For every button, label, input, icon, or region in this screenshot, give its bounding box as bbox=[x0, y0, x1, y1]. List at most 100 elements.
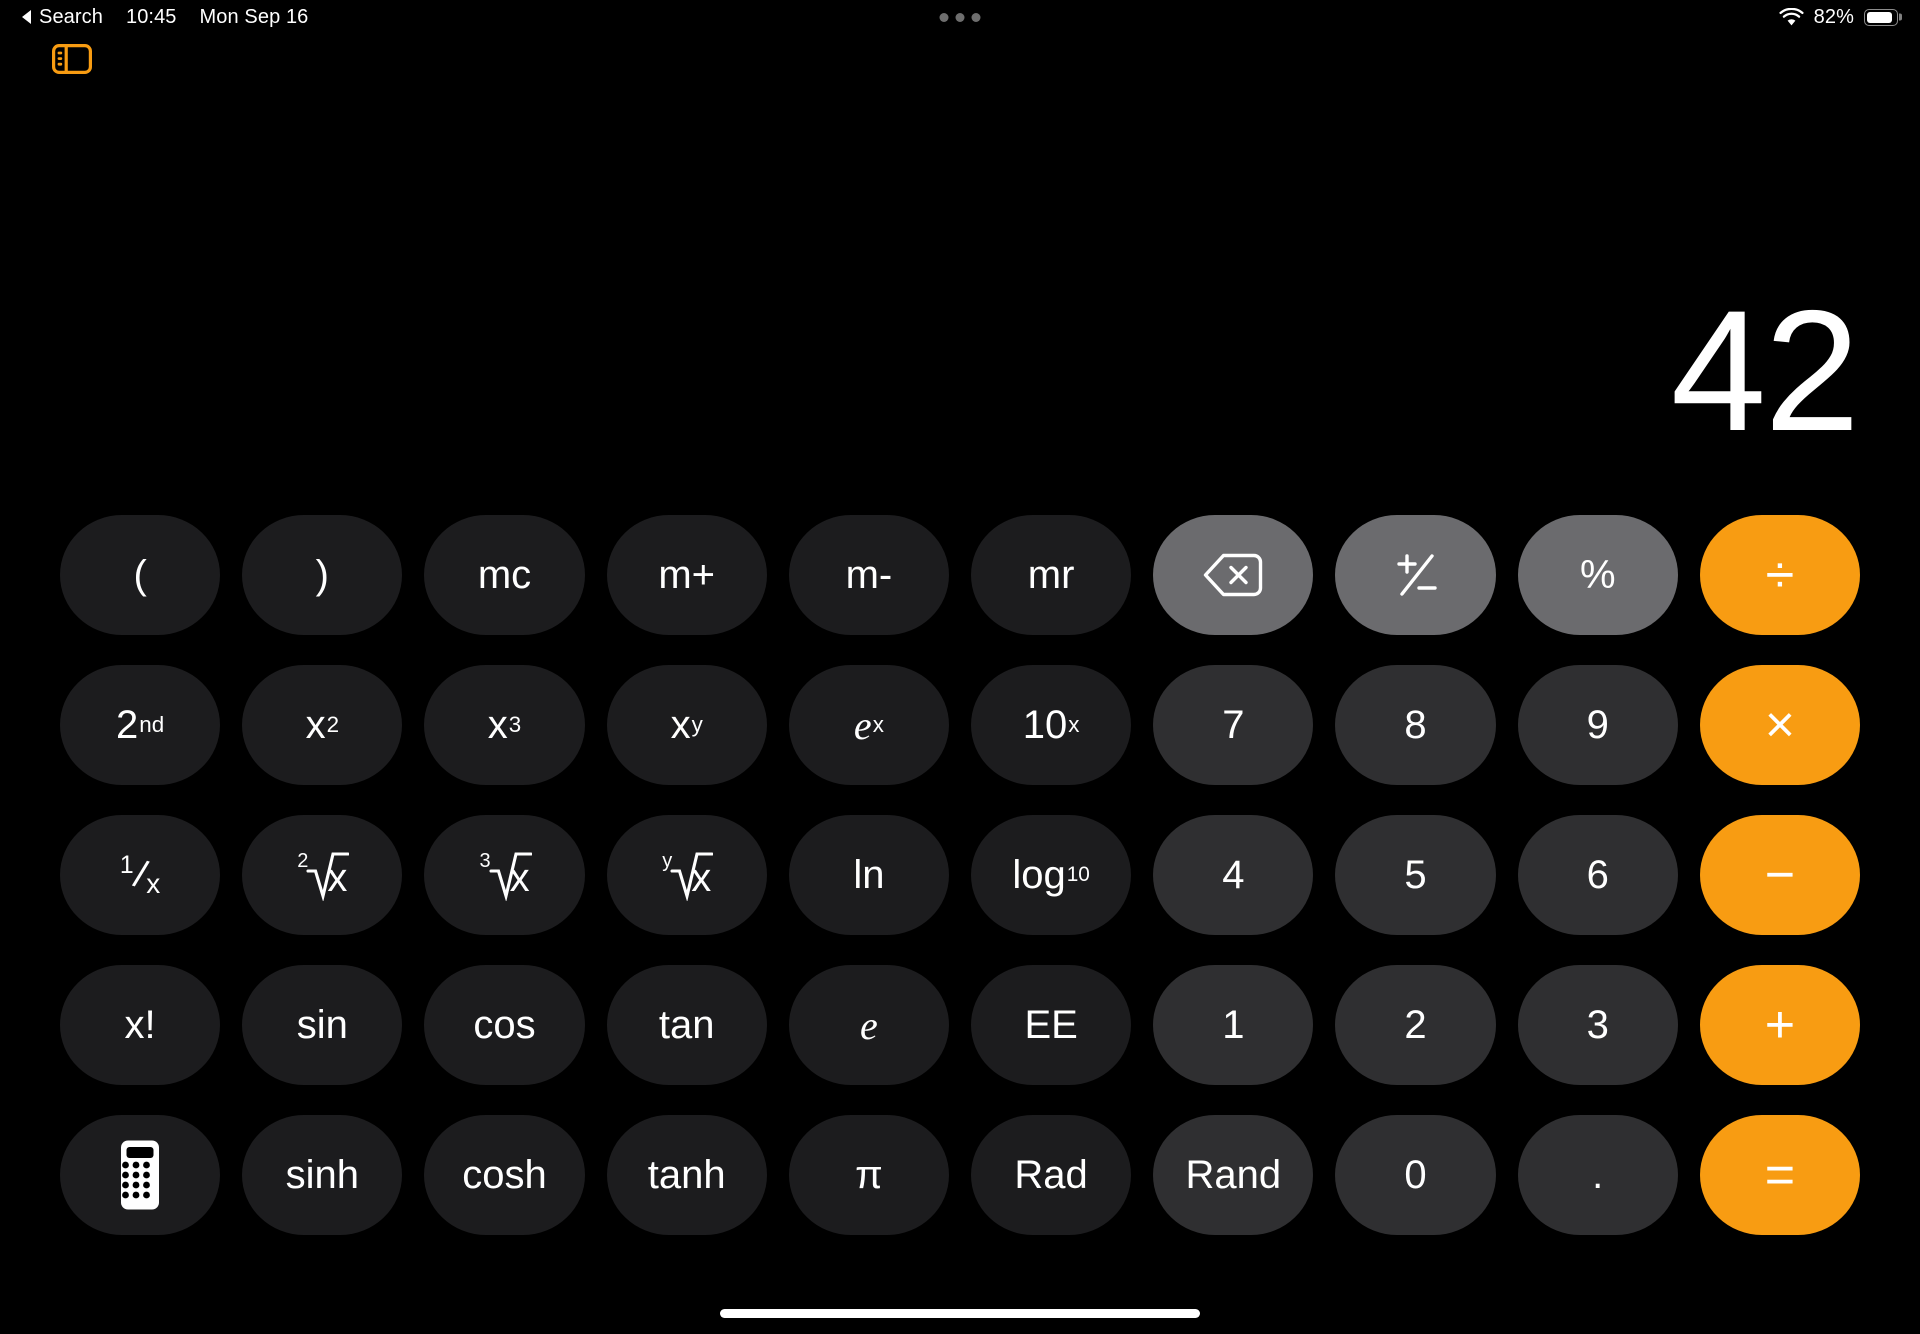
digit-5-key[interactable]: 5 bbox=[1335, 815, 1496, 935]
key-label: 8 bbox=[1404, 702, 1427, 747]
key-label: 5 bbox=[1404, 852, 1427, 897]
radical-radicand: x bbox=[691, 856, 712, 900]
calculator-icon bbox=[121, 1140, 160, 1210]
key-base: x bbox=[670, 702, 691, 747]
reciprocal-key[interactable]: 1 / x bbox=[60, 815, 221, 935]
key-label: . bbox=[1592, 1152, 1604, 1197]
sidebar-history-icon[interactable] bbox=[52, 44, 92, 74]
power-y-key[interactable]: xy bbox=[606, 665, 767, 785]
factorial-key[interactable]: x! bbox=[60, 965, 221, 1085]
digit-4-key[interactable]: 4 bbox=[1153, 815, 1314, 935]
exp-e-key[interactable]: ex bbox=[788, 665, 950, 785]
radical-glyph: 2 x bbox=[297, 849, 350, 901]
percent-key[interactable]: % bbox=[1517, 515, 1678, 635]
nth-root-key[interactable]: y x bbox=[606, 815, 767, 935]
fraction-glyph: 1 / x bbox=[119, 852, 161, 899]
hyperbolic-sine-key[interactable]: sinh bbox=[242, 1115, 403, 1235]
digit-0-key[interactable]: 0 bbox=[1335, 1115, 1496, 1235]
key-label: ln bbox=[853, 852, 885, 897]
key-label: cos bbox=[473, 1002, 536, 1047]
pi-key[interactable]: π bbox=[788, 1115, 950, 1235]
cube-key[interactable]: x3 bbox=[424, 665, 585, 785]
digit-9-key[interactable]: 9 bbox=[1517, 665, 1678, 785]
key-label: 7 bbox=[1222, 702, 1245, 747]
digit-2-key[interactable]: 2 bbox=[1335, 965, 1496, 1085]
key-label: 3 bbox=[1586, 1002, 1609, 1047]
square-key[interactable]: x2 bbox=[242, 665, 403, 785]
key-label: = bbox=[1764, 1146, 1796, 1204]
radical-radicand: x bbox=[509, 856, 530, 900]
multitask-dots-icon[interactable] bbox=[939, 12, 981, 22]
radical-glyph: y x bbox=[662, 849, 714, 901]
tangent-key[interactable]: tan bbox=[606, 965, 767, 1085]
radical-index: y bbox=[662, 850, 673, 872]
digit-8-key[interactable]: 8 bbox=[1335, 665, 1496, 785]
battery-fill bbox=[1866, 11, 1892, 23]
open-paren-key[interactable]: ( bbox=[60, 515, 221, 635]
key-label: ÷ bbox=[1765, 546, 1795, 604]
key-label: tanh bbox=[647, 1152, 726, 1197]
basic-calculator-key[interactable] bbox=[60, 1115, 221, 1235]
random-key[interactable]: Rand bbox=[1153, 1115, 1314, 1235]
digit-1-key[interactable]: 1 bbox=[1153, 965, 1314, 1085]
log-base-ten-key[interactable]: log 10 bbox=[971, 815, 1132, 935]
keypad-row: sinh cosh tanh π Rad Rand 0. = bbox=[60, 1115, 1861, 1235]
multiply-key[interactable]: × bbox=[1699, 665, 1861, 785]
digit-6-key[interactable]: 6 bbox=[1517, 815, 1678, 935]
radical-index: 2 bbox=[297, 850, 309, 872]
ee-key[interactable]: EE bbox=[971, 965, 1132, 1085]
key-label: ) bbox=[315, 552, 329, 597]
keypad-row: 2nd x 2 x 3 x y e x 10 x 7 8 9 × bbox=[60, 665, 1861, 785]
equals-key[interactable]: = bbox=[1699, 1115, 1861, 1235]
key-label: 1 bbox=[1222, 1002, 1245, 1047]
back-to-search-label: Search bbox=[39, 5, 103, 28]
key-label: ( bbox=[133, 552, 147, 597]
add-key[interactable]: + bbox=[1699, 965, 1861, 1085]
memory-subtract-key[interactable]: m- bbox=[788, 515, 950, 635]
decimal-point-key[interactable]: . bbox=[1517, 1115, 1678, 1235]
subtract-key[interactable]: − bbox=[1699, 815, 1861, 935]
back-arrow-icon bbox=[22, 10, 31, 24]
hyperbolic-cosine-key[interactable]: cosh bbox=[424, 1115, 585, 1235]
key-base: x bbox=[305, 702, 326, 747]
memory-clear-key[interactable]: mc bbox=[424, 515, 585, 635]
fraction-numerator: 1 bbox=[119, 852, 134, 879]
key-label: mc bbox=[477, 552, 532, 597]
key-label: Rand bbox=[1185, 1152, 1282, 1197]
sine-key[interactable]: sin bbox=[242, 965, 403, 1085]
memory-add-key[interactable]: m+ bbox=[606, 515, 767, 635]
key-label: π bbox=[855, 1152, 883, 1197]
hyperbolic-tangent-key[interactable]: tanh bbox=[606, 1115, 767, 1235]
wifi-icon bbox=[1779, 7, 1804, 25]
keypad-row: 1 / x 2 x 3 x y x ln log 10 4 5 6 − bbox=[60, 815, 1861, 935]
cosine-key[interactable]: cos bbox=[424, 965, 585, 1085]
second-function-key[interactable]: 2nd bbox=[60, 665, 221, 785]
display-value: 42 bbox=[1670, 274, 1860, 467]
euler-e-key[interactable]: e bbox=[788, 965, 950, 1085]
digit-3-key[interactable]: 3 bbox=[1517, 965, 1678, 1085]
memory-recall-key[interactable]: mr bbox=[971, 515, 1132, 635]
digit-7-key[interactable]: 7 bbox=[1153, 665, 1314, 785]
fraction-denominator: x bbox=[146, 868, 161, 899]
key-base: log bbox=[1012, 852, 1066, 897]
key-label: m- bbox=[845, 552, 893, 597]
key-label: x! bbox=[124, 1002, 156, 1047]
status-bar-left[interactable]: Search 10:45 Mon Sep 16 bbox=[22, 6, 308, 29]
key-label: × bbox=[1764, 696, 1796, 754]
radical-radicand: x bbox=[327, 856, 348, 900]
key-label: 9 bbox=[1586, 702, 1609, 747]
square-root-key[interactable]: 2 x bbox=[242, 815, 403, 935]
natural-log-key[interactable]: ln bbox=[788, 815, 950, 935]
exp-ten-key[interactable]: 10 x bbox=[971, 665, 1132, 785]
radians-key[interactable]: Rad bbox=[971, 1115, 1132, 1235]
radical-glyph: 3 x bbox=[479, 849, 532, 901]
backspace-key[interactable] bbox=[1153, 515, 1314, 635]
home-indicator[interactable] bbox=[720, 1309, 1200, 1318]
radical-index: 3 bbox=[479, 850, 491, 872]
divide-key[interactable]: ÷ bbox=[1699, 515, 1861, 635]
sign-toggle-key[interactable] bbox=[1335, 515, 1496, 635]
key-base: x bbox=[487, 702, 508, 747]
keypad-row: () mc m+ m-mr % ÷ bbox=[60, 515, 1861, 635]
close-paren-key[interactable]: ) bbox=[242, 515, 403, 635]
cube-root-key[interactable]: 3 x bbox=[424, 815, 585, 935]
